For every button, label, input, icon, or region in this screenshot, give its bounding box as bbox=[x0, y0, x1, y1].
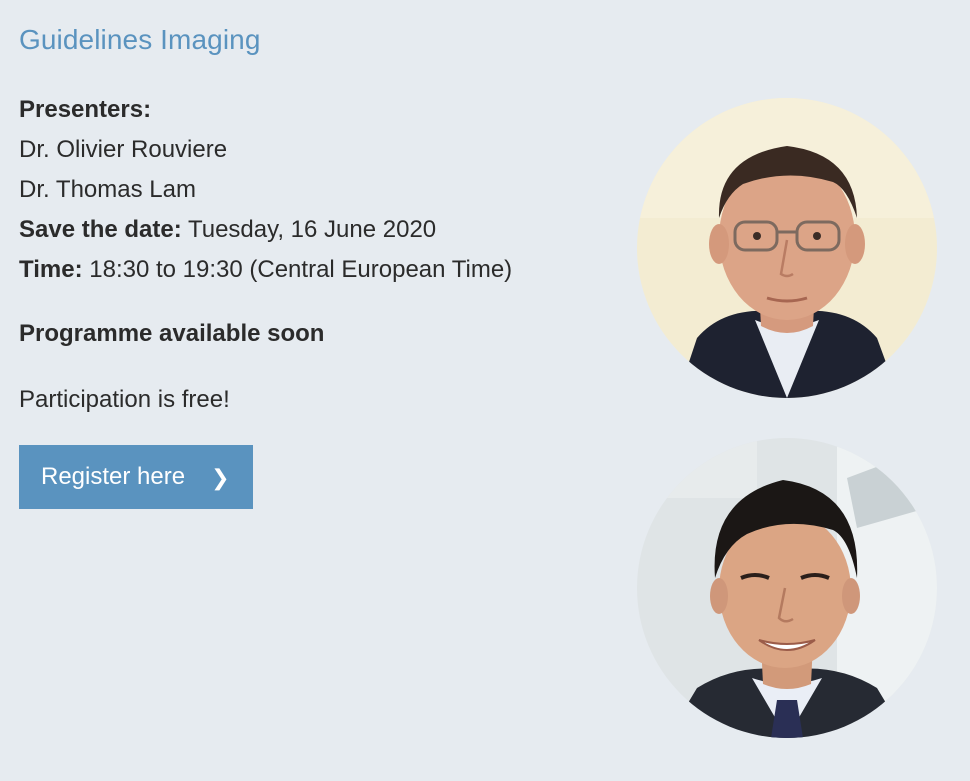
presenter-photo-lam bbox=[637, 438, 937, 738]
chevron-right-icon: ❯ bbox=[211, 465, 230, 490]
presenters-label: Presenters: bbox=[19, 96, 152, 123]
date-value: Tuesday, 16 June 2020 bbox=[187, 216, 437, 243]
event-card: Guidelines Imaging Presenters: Dr. Olivi… bbox=[0, 0, 970, 781]
event-title: Guidelines Imaging bbox=[19, 24, 261, 55]
presenter-portrait-2 bbox=[637, 438, 937, 738]
time-row: Time: 18:30 to 19:30 (Central European T… bbox=[19, 250, 512, 290]
register-button[interactable]: Register here ❯ bbox=[19, 445, 253, 509]
time-label: Time: bbox=[19, 256, 83, 283]
date-row: Save the date: Tuesday, 16 June 2020 bbox=[19, 210, 512, 250]
register-label: Register here bbox=[41, 463, 186, 490]
event-details: Presenters: Dr. Olivier Rouviere Dr. Tho… bbox=[19, 90, 512, 290]
presenter-photo-rouviere bbox=[637, 98, 937, 398]
programme-notice: Programme available soon bbox=[19, 320, 325, 347]
presenter-name: Dr. Thomas Lam bbox=[19, 176, 196, 203]
participation-notice: Participation is free! bbox=[19, 386, 230, 413]
date-label: Save the date: bbox=[19, 216, 182, 243]
time-value: 18:30 to 19:30 (Central European Time) bbox=[89, 256, 513, 283]
presenter-name: Dr. Olivier Rouviere bbox=[19, 136, 228, 163]
presenter-portrait-1 bbox=[637, 98, 937, 398]
